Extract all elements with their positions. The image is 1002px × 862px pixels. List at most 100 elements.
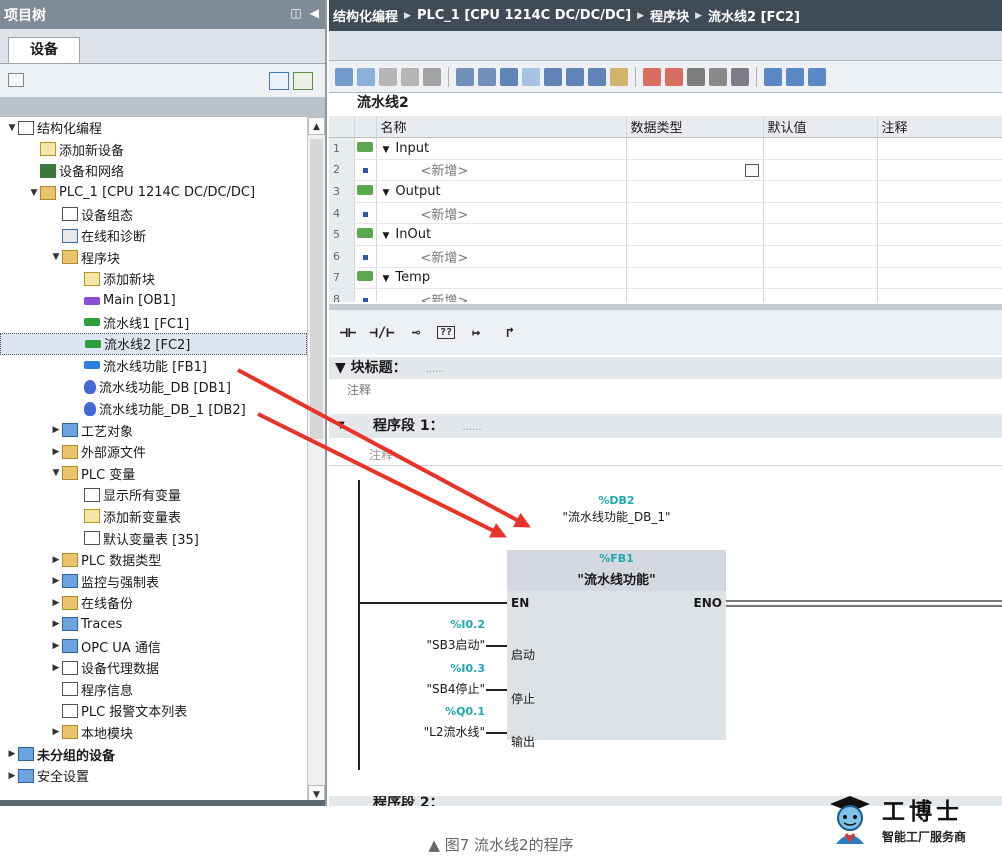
collapsed-arrow-icon[interactable]: ▶ [50, 619, 62, 629]
tree-item[interactable]: ▶ 在线备份 [0, 592, 307, 614]
tree-item[interactable]: 设备组态 [0, 203, 307, 225]
default-value-cell[interactable] [763, 137, 878, 160]
tree-item[interactable]: 流水线1 [FC1] [0, 311, 307, 333]
tab-devices[interactable]: 设备 [8, 37, 80, 64]
collapsed-arrow-icon[interactable]: ▶ [50, 641, 62, 651]
breadcrumb-block[interactable]: 流水线2 [FC2] [708, 6, 800, 25]
coil-icon[interactable]: ⊸ [403, 325, 429, 341]
tree-item[interactable]: 在线和诊断 [0, 225, 307, 247]
comment-cell[interactable] [877, 245, 1002, 268]
network-1-header[interactable]: ▼ 程序段 1： ...... [329, 414, 1002, 438]
collapsed-arrow-icon[interactable]: ▶ [6, 749, 18, 759]
tree-item[interactable]: ▶ 安全设置 [0, 765, 307, 787]
comment-cell[interactable] [877, 288, 1002, 302]
add-new-cell[interactable]: <新增> [376, 159, 627, 182]
scroll-thumb[interactable] [310, 139, 323, 439]
comment-cell[interactable] [877, 267, 1002, 290]
section-name[interactable]: ▼ Temp [376, 267, 627, 290]
tree-item[interactable]: ▶ 监控与强制表 [0, 570, 307, 592]
tree-item[interactable]: 默认变量表 [35] [0, 527, 307, 549]
interface-row[interactable]: 7 ▼ Temp [329, 267, 1002, 290]
tree-item[interactable]: Main [OB1] [0, 290, 307, 312]
breadcrumb-program-blocks[interactable]: 程序块 [650, 6, 689, 25]
tree-item[interactable]: ▶ Traces [0, 614, 307, 636]
editor-tool-icon[interactable] [610, 67, 628, 86]
tree-item[interactable]: 流水线功能 [FB1] [0, 355, 307, 377]
tree-item[interactable]: 设备和网络 [0, 160, 307, 182]
tree-item[interactable]: 流水线2 [FC2] [0, 332, 307, 355]
details-view-bar[interactable] [0, 800, 325, 806]
section-collapse-icon[interactable]: ▼ [383, 188, 390, 198]
interface-row[interactable]: 4 <新增> [329, 202, 1002, 225]
editor-tool-icon[interactable] [665, 67, 683, 86]
collapsed-arrow-icon[interactable]: ▶ [50, 425, 62, 435]
tree-item[interactable]: ▼ 程序块 [0, 247, 307, 269]
interface-row[interactable]: 8 <新增> [329, 288, 1002, 302]
section-name[interactable]: ▼ InOut [376, 223, 627, 247]
editor-tool-icon[interactable] [478, 67, 496, 86]
scroll-up-icon[interactable]: ▲ [308, 117, 325, 135]
data-type-cell[interactable] [626, 223, 764, 247]
add-item-icon[interactable] [293, 72, 313, 90]
default-value-cell[interactable] [763, 180, 878, 203]
fb-call-box[interactable]: %FB1 "流水线功能" EN ENO 启动 停止 输出 [507, 550, 726, 749]
data-type-cell[interactable] [626, 180, 764, 203]
network-collapse-icon[interactable]: ▼ [337, 414, 345, 438]
section-collapse-icon[interactable]: ▼ [383, 145, 390, 155]
add-new-cell[interactable]: <新增> [376, 202, 627, 225]
editor-tool-icon[interactable] [335, 67, 353, 86]
data-type-cell[interactable] [626, 245, 764, 268]
default-value-cell[interactable] [763, 159, 878, 182]
expanded-arrow-icon[interactable]: ▼ [50, 468, 62, 478]
tree-item[interactable]: ▶ PLC 数据类型 [0, 549, 307, 571]
tree-item[interactable]: ▶ 工艺对象 [0, 419, 307, 441]
column-data-type[interactable]: 数据类型 [626, 116, 764, 139]
expanded-arrow-icon[interactable]: ▼ [28, 188, 40, 198]
column-default-value[interactable]: 默认值 [763, 116, 878, 139]
nc-contact-icon[interactable]: ⊣/⊢ [369, 325, 395, 341]
collapsed-arrow-icon[interactable]: ▶ [50, 598, 62, 608]
add-new-cell[interactable]: <新增> [376, 288, 627, 302]
editor-tool-icon[interactable] [566, 67, 584, 86]
data-type-cell[interactable] [625, 158, 764, 182]
breadcrumb-project[interactable]: 结构化编程 [333, 6, 398, 25]
network-1-comment[interactable]: 注释 [369, 446, 393, 463]
editor-tool-icon[interactable] [456, 67, 474, 86]
data-type-cell[interactable] [626, 288, 764, 302]
data-type-cell[interactable] [626, 137, 764, 160]
comment-cell[interactable] [877, 223, 1002, 247]
panel-minimize-icon[interactable]: ◫ [290, 6, 301, 20]
close-branch-icon[interactable]: ↱ [497, 325, 523, 341]
editor-tool-icon[interactable] [522, 67, 540, 86]
tree-item[interactable]: ▼ PLC 变量 [0, 463, 307, 485]
data-type-cell[interactable] [626, 267, 764, 290]
tree-item[interactable]: ▶ OPC UA 通信 [0, 635, 307, 657]
add-new-cell[interactable]: <新增> [376, 245, 627, 268]
tree-scrollbar[interactable]: ▲ ▼ [307, 117, 325, 803]
collapse-panel-icon[interactable]: ◀ [310, 6, 319, 20]
editor-tool-icon[interactable] [643, 67, 661, 86]
default-value-cell[interactable] [763, 202, 878, 225]
empty-box-icon[interactable]: ?? [437, 326, 456, 339]
tree-item[interactable]: 添加新变量表 [0, 506, 307, 528]
editor-tool-icon[interactable] [731, 67, 749, 86]
expanded-arrow-icon[interactable]: ▼ [50, 252, 62, 262]
collapsed-arrow-icon[interactable]: ▶ [6, 771, 18, 781]
tree-item[interactable]: ▼ 结构化编程 [0, 117, 307, 139]
data-type-cell[interactable] [626, 202, 764, 225]
default-value-cell[interactable] [763, 223, 878, 247]
expanded-arrow-icon[interactable]: ▼ [6, 123, 18, 133]
editor-tool-icon[interactable] [786, 67, 804, 86]
section-name[interactable]: ▼ Input [376, 137, 627, 160]
open-branch-icon[interactable]: ↦ [463, 325, 489, 341]
editor-tool-icon[interactable] [764, 67, 782, 86]
editor-tool-icon[interactable] [709, 67, 727, 86]
editor-tool-icon[interactable] [357, 67, 375, 86]
default-value-cell[interactable] [763, 245, 878, 268]
interface-row[interactable]: 3 ▼ Output [329, 180, 1002, 203]
interface-row[interactable]: 2 <新增> [329, 158, 1002, 182]
collapsed-arrow-icon[interactable]: ▶ [50, 576, 62, 586]
collapsed-arrow-icon[interactable]: ▶ [50, 447, 62, 457]
section-name[interactable]: ▼ Output [376, 180, 627, 203]
tree-item[interactable]: 流水线功能_DB_1 [DB2] [0, 398, 307, 420]
